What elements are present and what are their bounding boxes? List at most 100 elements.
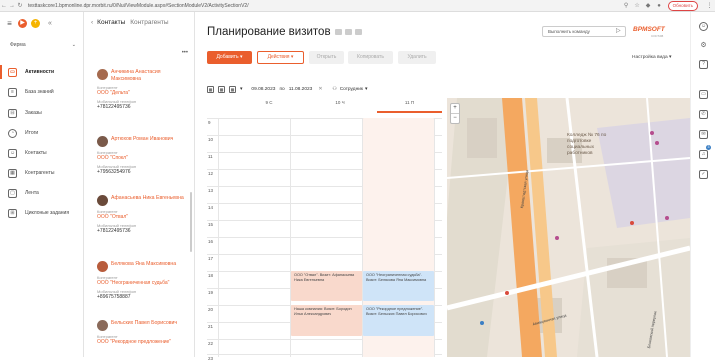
notifications-icon[interactable]: ♫ xyxy=(699,150,708,159)
hour-label: 9 xyxy=(208,120,211,125)
calendar-icon[interactable]: ▦ xyxy=(207,85,214,93)
contacts-tabs: ‹ Контакты Контрагенты xyxy=(91,19,174,26)
more-dots-icon[interactable]: ••• xyxy=(182,50,188,56)
calendar-event[interactable]: Наша компания: Визит: Бородин Илья Алекс… xyxy=(291,305,362,336)
account-link[interactable]: ООО "Рекордное предложение" xyxy=(97,339,187,345)
tasks-icon[interactable]: ✓ xyxy=(699,170,708,179)
tab-contacts[interactable]: Контакты xyxy=(97,19,125,26)
account-link[interactable]: ООО "Дельта" xyxy=(97,90,187,96)
actions-button[interactable]: Действия ▾ xyxy=(257,51,304,64)
calendar-event[interactable]: ООО "Рекордное предложение". Визит: Бель… xyxy=(363,305,434,336)
map-view-icon[interactable] xyxy=(355,29,362,35)
location-icon[interactable]: ⚲ xyxy=(622,2,631,10)
workspace-select[interactable]: Фирма ⌄ xyxy=(10,42,76,48)
chevron-left-icon[interactable]: ‹ xyxy=(91,19,93,26)
hour-label: 21 xyxy=(208,324,214,329)
hour-label: 10 xyxy=(208,137,214,142)
account-link[interactable]: ООО "Неограниченная судьба" xyxy=(97,280,187,286)
orders-icon: ⊟ xyxy=(8,108,17,118)
accounts-icon: ▦ xyxy=(8,168,17,178)
command-input[interactable]: Выполнить команду xyxy=(542,26,626,37)
activities-icon: ▭ xyxy=(8,67,17,77)
star-icon[interactable]: ☆ xyxy=(633,2,642,10)
contact-name[interactable]: Афанасьева Ника Евгеньевна xyxy=(111,195,184,202)
calendar-month-icon[interactable]: ▦ xyxy=(229,85,236,93)
phone-icon[interactable]: ✆ xyxy=(699,110,708,119)
contact-card[interactable]: Бельских Павел Борисович Контрагент ООО … xyxy=(97,320,187,345)
chat-icon[interactable]: ▭ xyxy=(699,90,708,99)
contact-name[interactable]: Артюхов Роман Иванович xyxy=(111,136,173,143)
contact-name[interactable]: Анчикина Анастасия Максимовна xyxy=(111,69,187,82)
help-icon[interactable]: ? xyxy=(699,60,708,69)
nav-item-knowledge-base[interactable]: ≡ База знаний xyxy=(0,85,84,99)
calendar-week-icon[interactable]: ▦ xyxy=(218,85,225,93)
account-link[interactable]: ООО "Спокл" xyxy=(97,155,187,161)
add-button[interactable]: Добавить ▾ xyxy=(207,51,252,64)
owner-filter[interactable]: Сотрудник xyxy=(340,87,363,92)
extension-icon[interactable]: ◆ xyxy=(644,2,653,10)
date-from[interactable]: 09.08.2023 xyxy=(251,87,275,92)
nav-item-activities[interactable]: ▭ Активности xyxy=(0,65,84,79)
nav-item-label: Лента xyxy=(25,190,39,196)
play-icon[interactable]: ▶ xyxy=(18,19,27,28)
contact-name[interactable]: Белякова Яна Максимовна xyxy=(111,261,176,268)
phone-value: +78122495736 xyxy=(97,104,131,110)
contact-card[interactable]: Белякова Яна Максимовна Контрагент ООО "… xyxy=(97,261,187,300)
date-to[interactable]: 11.08.2023 xyxy=(289,87,313,92)
nav-item-dashboards[interactable]: ◔ Итоги xyxy=(0,126,84,140)
gear-icon[interactable]: ⚙ xyxy=(699,42,708,51)
nav-item-label: Итоги xyxy=(25,130,39,136)
calendar-grid[interactable]: 9 С 10 Ч 11 П 9 10 11 12 13 14 15 16 17 … xyxy=(207,98,442,361)
nav-item-label: Активности xyxy=(25,69,55,75)
map-view[interactable]: + − Колледж № 76 по подготовке социальны… xyxy=(447,98,690,357)
delete-button[interactable]: Удалить xyxy=(398,51,436,64)
map-zoom-control: + − xyxy=(450,103,460,124)
nav-item-accounts[interactable]: ▦ Контрагенты xyxy=(0,166,84,180)
calendar-event[interactable]: ООО "Неограниченная судьба". Визит: Беля… xyxy=(363,271,434,301)
nav-item-orders[interactable]: ⊟ Заказы xyxy=(0,106,84,120)
contact-name[interactable]: Бельских Павел Борисович xyxy=(111,320,177,327)
back-icon[interactable]: ← xyxy=(0,3,8,9)
update-browser-button[interactable]: Обновить xyxy=(667,0,698,11)
avatar xyxy=(97,261,108,272)
hour-label: 20 xyxy=(208,307,214,312)
command-run-icon[interactable]: ▷ xyxy=(616,27,621,34)
email-icon[interactable]: ✉ xyxy=(699,130,708,139)
add-icon[interactable]: + xyxy=(31,19,40,28)
logo-row: ≡ ▶ + « xyxy=(5,19,52,28)
hamburger-icon[interactable]: ≡ xyxy=(5,19,14,28)
menu-dots-icon[interactable]: ⋮ xyxy=(705,2,714,10)
hour-label: 18 xyxy=(208,273,214,278)
zoom-out-icon[interactable]: − xyxy=(451,113,459,123)
reload-icon[interactable]: ↻ xyxy=(16,2,24,9)
forward-icon[interactable]: → xyxy=(8,3,16,9)
list-view-icon[interactable] xyxy=(335,29,342,35)
nav-item-cycle-tasks[interactable]: ⊞ Циклоные задания xyxy=(0,206,84,220)
address-bar[interactable]: testtaskcore1.bpmonline.dpr.morbit.ru/0/… xyxy=(28,3,621,9)
calendar-view-icon[interactable] xyxy=(345,29,352,35)
contact-card[interactable]: Афанасьева Ника Евгеньевна Контрагент ОО… xyxy=(97,195,187,234)
user-icon: ⚇ xyxy=(332,86,337,92)
feed-icon: ▢ xyxy=(8,188,17,198)
contact-card[interactable]: Артюхов Роман Иванович Контрагент ООО "С… xyxy=(97,136,187,175)
zoom-in-icon[interactable]: + xyxy=(451,104,459,113)
browser-bar: ← → ↻ testtaskcore1.bpmonline.dpr.morbit… xyxy=(0,0,715,12)
calendar-event[interactable]: ООО "Отвал". Визит: Афанасьева Ника Евге… xyxy=(291,271,362,301)
nav-item-contacts[interactable]: ☺ Контакты xyxy=(0,146,84,160)
profile-icon[interactable]: ☺ xyxy=(699,22,708,31)
nav-item-feed[interactable]: ▢ Лента xyxy=(0,186,84,200)
collapse-icon[interactable]: « xyxy=(48,20,52,27)
chevron-down-icon[interactable]: ▾ xyxy=(365,87,367,92)
open-button[interactable]: Открыть xyxy=(309,51,344,64)
tab-accounts[interactable]: Контрагенты xyxy=(130,19,168,26)
contact-card[interactable]: Анчикина Анастасия Максимовна Контрагент… xyxy=(97,69,187,110)
view-settings-label: Настройка вида xyxy=(632,55,668,60)
avatar xyxy=(97,195,108,206)
contacts-scrollbar[interactable] xyxy=(190,192,192,252)
view-settings-button[interactable]: Настройка вида ▾ xyxy=(632,55,671,60)
account-link[interactable]: ООО "Отвал" xyxy=(97,214,187,220)
profile-icon[interactable]: ● xyxy=(655,2,664,10)
copy-button[interactable]: Копировать xyxy=(348,51,393,64)
chevron-down-icon[interactable]: ▾ xyxy=(240,87,242,92)
clear-icon[interactable]: ✕ xyxy=(318,87,322,92)
